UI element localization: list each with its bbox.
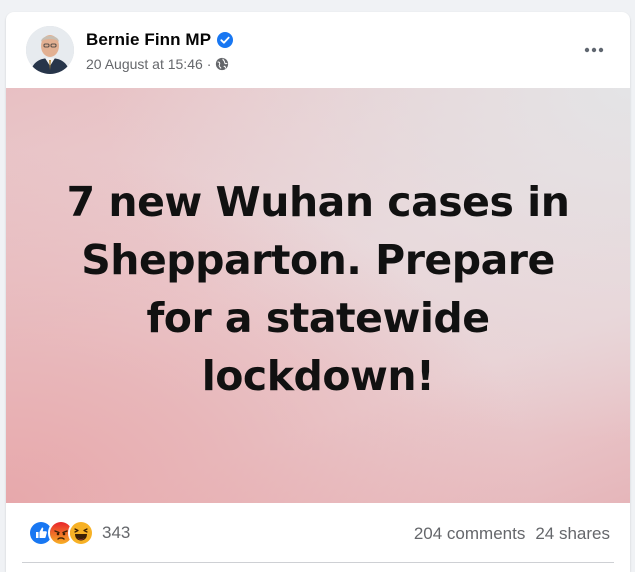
globe-icon[interactable]	[215, 57, 229, 71]
post-header: Bernie Finn MP 20 August at 15:46 ·	[6, 12, 630, 88]
reaction-count: 343	[102, 523, 131, 542]
verified-badge-icon	[217, 32, 234, 48]
author-name[interactable]: Bernie Finn MP	[86, 30, 211, 50]
post-image-line: 7 new Wuhan cases in	[66, 177, 570, 226]
post-footer: 343 204 comments 24 shares	[6, 503, 630, 563]
post-image-line: lockdown!	[201, 351, 435, 400]
post-image-line: Shepparton. Prepare	[81, 235, 555, 284]
more-options-icon	[584, 47, 604, 53]
reactions-summary[interactable]: 343	[28, 520, 130, 546]
more-options-button[interactable]	[580, 36, 608, 64]
author-row: Bernie Finn MP	[86, 29, 234, 51]
engagement-stats: 204 comments 24 shares	[414, 523, 610, 545]
post-meta: 20 August at 15:46 ·	[86, 55, 229, 73]
post-image-line: for a statewide	[146, 293, 490, 342]
shares-count-link[interactable]: 24 shares	[535, 524, 610, 544]
comments-count-link[interactable]: 204 comments	[414, 524, 526, 544]
post-image[interactable]: 7 new Wuhan cases in Shepparton. Prepare…	[6, 88, 630, 503]
post-timestamp[interactable]: 20 August at 15:46	[86, 56, 203, 72]
meta-separator: ·	[206, 56, 212, 72]
avatar-image	[26, 26, 74, 74]
haha-reaction-icon	[68, 520, 94, 546]
post-card: Bernie Finn MP 20 August at 15:46 · 7 ne…	[6, 12, 630, 572]
post-image-text: 7 new Wuhan cases in Shepparton. Prepare…	[38, 173, 598, 405]
author-avatar[interactable]	[26, 26, 74, 74]
